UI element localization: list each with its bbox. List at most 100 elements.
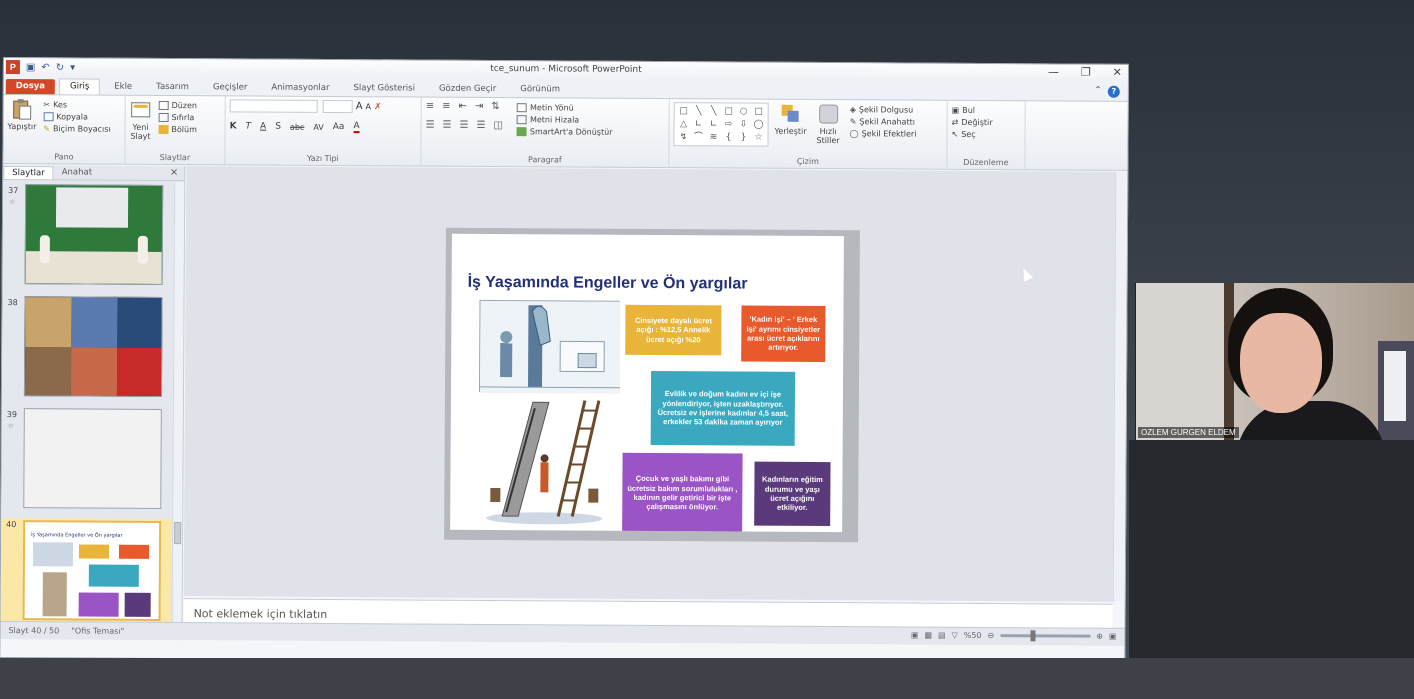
font-color-button[interactable]: A <box>353 121 360 134</box>
paragraph-small-buttons: Metin Yönü Metni Hizala SmartArt'a Dönüş… <box>516 101 613 137</box>
shape-effects-button[interactable]: ◯ Şekil Efektleri <box>850 129 917 138</box>
restore-icon[interactable]: ❐ <box>1081 66 1091 79</box>
bold-button[interactable]: K <box>230 121 237 131</box>
reading-view-icon[interactable]: ▤ <box>938 631 946 640</box>
bullets-icon[interactable]: ≡ <box>426 101 434 112</box>
section-button[interactable]: Bölüm <box>158 124 197 134</box>
paste-button[interactable]: Yapıştır <box>8 98 37 131</box>
shrink-font-icon[interactable]: A <box>366 102 372 111</box>
shape-fill-button[interactable]: ◈ Şekil Dolgusu <box>850 105 917 114</box>
tab-insert[interactable]: Ekle <box>104 80 142 95</box>
columns-icon[interactable]: ◫ <box>493 120 503 131</box>
slide-canvas[interactable]: İş Yaşamında Engeller ve Ön yargılar Cin… <box>183 166 1116 602</box>
strikethrough-button[interactable]: abc <box>290 122 304 131</box>
font-name-box[interactable] <box>229 99 318 113</box>
align-left-icon[interactable]: ☰ <box>426 120 435 131</box>
align-right-icon[interactable]: ☰ <box>459 120 468 131</box>
tab-outline[interactable]: Anahat <box>54 166 100 178</box>
slides-pane-scroll-thumb[interactable] <box>174 522 182 545</box>
numbering-icon[interactable]: ≡ <box>442 101 450 112</box>
italic-button[interactable]: T <box>246 121 252 131</box>
canvas-scrollbar[interactable] <box>1112 171 1128 602</box>
slide-thumbnail-37[interactable]: 37 ☆ <box>3 184 174 289</box>
zoom-out-icon[interactable]: ⊖ <box>987 631 994 640</box>
sorter-view-icon[interactable]: ▦ <box>924 631 932 640</box>
escalator-ladder-illustration <box>486 400 603 525</box>
monitor-bezel-bottom <box>0 658 1414 699</box>
group-paragraph: ≡ ≡ ⇤ ⇥ ⇅ ☰ ☰ ☰ ☰ ◫ Metin Yönü Metni Hiz… <box>421 97 670 168</box>
decrease-indent-icon[interactable]: ⇤ <box>458 101 466 112</box>
copy-button[interactable]: Kopyala <box>43 112 110 122</box>
grow-font-icon[interactable]: A <box>356 101 363 112</box>
close-icon[interactable]: ✕ <box>1113 66 1122 79</box>
brush-icon: ✎ <box>43 124 50 134</box>
change-case-button[interactable]: Aa <box>333 122 345 132</box>
shadow-button[interactable]: S <box>275 122 281 132</box>
slide-counter: Slayt 40 / 50 <box>8 626 60 636</box>
align-center-icon[interactable]: ☰ <box>443 120 452 131</box>
current-slide[interactable]: İş Yaşamında Engeller ve Ön yargılar Cin… <box>450 233 844 533</box>
slideshow-view-icon[interactable]: ▽ <box>952 631 958 640</box>
group-clipboard: Yapıştır ✂ Kes Kopyala ✎ Biçim Boyacısı Pa… <box>3 95 126 164</box>
clear-format-icon[interactable]: ✗ <box>374 102 382 112</box>
slide-thumbnail-39[interactable]: 39 ☆ <box>1 408 172 513</box>
normal-view-icon[interactable]: ▣ <box>911 631 919 640</box>
tab-review[interactable]: Gözden Geçir <box>429 82 506 97</box>
format-painter-button[interactable]: ✎ Biçim Boyacısı <box>43 124 110 133</box>
align-text-button[interactable]: Metni Hizala <box>516 115 613 125</box>
tab-slide-show[interactable]: Slayt Gösterisi <box>343 81 425 96</box>
zoom-slider[interactable] <box>1000 634 1091 638</box>
text-direction-button[interactable]: Metin Yönü <box>517 103 613 113</box>
group-label-clipboard: Pano <box>54 152 74 162</box>
line-spacing-icon[interactable]: ⇅ <box>491 101 499 112</box>
animation-star-icon: ☆ <box>9 198 16 207</box>
slide-title[interactable]: İş Yaşamında Engeller ve Ön yargılar <box>468 274 748 294</box>
select-button[interactable]: ↖ Seç <box>952 130 993 139</box>
minimize-icon[interactable]: — <box>1048 65 1059 78</box>
zoom-in-icon[interactable]: ⊕ <box>1096 632 1103 641</box>
tab-file[interactable]: Dosya <box>5 79 56 95</box>
slides-pane-scrollbar[interactable] <box>171 182 185 641</box>
participant-video-tile[interactable]: OZLEM GURGEN ELDEM <box>1135 283 1414 440</box>
theme-name[interactable]: "Ofis Teması" <box>71 626 124 635</box>
thumbnail-image <box>24 184 164 285</box>
zoom-level[interactable]: %50 <box>964 631 982 640</box>
save-icon[interactable]: ▣ <box>26 62 36 73</box>
replace-button[interactable]: ⇄ Değiştir <box>952 118 993 127</box>
text-box-education-age[interactable]: Kadınların eğitim durumu ve yaşı ücret a… <box>754 461 831 527</box>
shapes-gallery[interactable]: □ ╲ ╲ □ ○ □ △ ∟ ∟ ⇨ ⇩ ◯ ↯ ⌒ ≋{} ☆ <box>673 102 769 147</box>
tab-home[interactable]: Giriş <box>59 78 101 95</box>
smartart-button[interactable]: SmartArt'a Dönüştür <box>516 127 613 137</box>
help-icon[interactable]: ? <box>1107 85 1120 98</box>
text-box-wage-gap[interactable]: Cinsiyete dayalı ücret açığı : %12,5 Ann… <box>625 304 722 356</box>
close-pane-icon[interactable]: × <box>170 167 178 178</box>
fit-slide-icon[interactable]: ▣ <box>1109 632 1117 641</box>
tab-transitions[interactable]: Geçişler <box>203 80 257 95</box>
collapse-ribbon-icon[interactable]: ⌃ <box>1094 86 1102 98</box>
tab-animations[interactable]: Animasyonlar <box>261 81 339 96</box>
shape-outline-button[interactable]: ✎ Şekil Anahattı <box>850 117 917 126</box>
illustration-door-hand[interactable] <box>478 299 621 394</box>
underline-button[interactable]: A <box>260 122 266 132</box>
redo-icon[interactable]: ↻ <box>56 62 64 73</box>
slide-thumbnail-38[interactable]: 38 <box>2 296 173 401</box>
illustration-escalator-ladder[interactable] <box>484 396 605 525</box>
layout-button[interactable]: Düzen <box>158 100 198 110</box>
customize-qat-icon[interactable]: ▾ <box>70 62 75 73</box>
increase-indent-icon[interactable]: ⇥ <box>475 101 483 112</box>
justify-icon[interactable]: ☰ <box>476 120 485 131</box>
find-button[interactable]: ▣ Bul <box>952 106 993 115</box>
text-box-mens-womens-work[interactable]: 'Kadın işi' – ' Erkek işi' ayrımı cinsiy… <box>741 305 826 363</box>
cut-button[interactable]: ✂ Kes <box>43 100 110 109</box>
reset-button[interactable]: Sıfırla <box>158 112 197 122</box>
font-size-box[interactable] <box>322 99 353 114</box>
tab-design[interactable]: Tasarım <box>146 80 199 95</box>
undo-icon[interactable]: ↶ <box>41 62 49 73</box>
tab-view[interactable]: Görünüm <box>510 82 570 97</box>
char-spacing-button[interactable]: AV <box>313 122 323 131</box>
new-slide-button[interactable]: Yeni Slayt <box>129 99 151 141</box>
text-box-marriage-birth[interactable]: Evlilik ve doğum kadını ev içi işe yönle… <box>650 370 796 446</box>
slide-thumbnail-40[interactable]: 40 İş Yaşamında Engeller ve Ön yargılar <box>0 517 172 628</box>
text-box-care-responsibilities[interactable]: Çocuk ve yaşlı bakımı gibi ücretsiz bakı… <box>622 452 743 533</box>
tab-slides[interactable]: Slaytlar <box>3 165 54 179</box>
